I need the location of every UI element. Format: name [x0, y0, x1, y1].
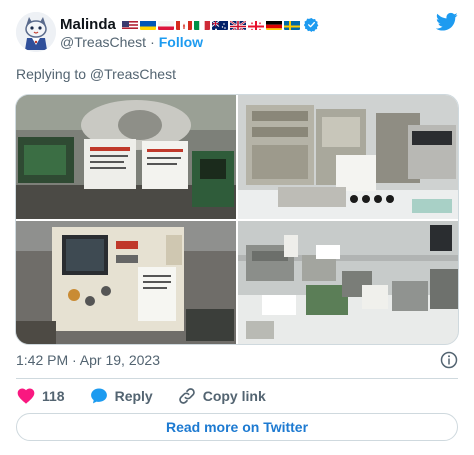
- reply-button[interactable]: Reply: [89, 386, 153, 406]
- verified-badge-icon: [303, 17, 319, 32]
- twitter-bird-icon[interactable]: [435, 12, 458, 32]
- copy-link-label: Copy link: [202, 388, 266, 404]
- name-row: Malinda: [60, 15, 319, 33]
- heart-icon: [17, 388, 35, 404]
- follow-button[interactable]: Follow: [159, 34, 203, 50]
- handle-row: @TreasChest · Follow: [60, 34, 203, 50]
- like-count: 118: [42, 388, 65, 404]
- reply-label: Reply: [114, 388, 153, 404]
- avatar-cat-icon[interactable]: [16, 12, 56, 52]
- like-button[interactable]: 118: [16, 386, 65, 406]
- photo-top-right[interactable]: [238, 95, 459, 219]
- reply-bubble-icon: [90, 388, 107, 404]
- photo-bottom-right[interactable]: [238, 221, 459, 345]
- info-icon[interactable]: [440, 351, 458, 369]
- ua-flag-icon: [139, 19, 156, 30]
- author-name[interactable]: Malinda: [60, 16, 116, 33]
- flag-list: [121, 19, 300, 30]
- gb-flag-icon: [229, 19, 246, 30]
- au-flag-icon: [211, 19, 228, 30]
- photo-bottom-left[interactable]: [16, 221, 236, 345]
- tweet-header: Malinda @TreasChest · Follow: [16, 12, 458, 52]
- de-flag-icon: [265, 19, 282, 30]
- ge-flag-icon: [247, 19, 264, 30]
- pl-flag-icon: [157, 19, 174, 30]
- link-icon: [178, 388, 195, 404]
- read-more-button[interactable]: Read more on Twitter: [16, 413, 458, 441]
- media-grid: [15, 94, 459, 345]
- it-flag-icon: [193, 19, 210, 30]
- replying-to-text: Replying to @TreasChest: [16, 66, 176, 82]
- separator-dot: ·: [150, 34, 155, 50]
- se-flag-icon: [283, 19, 300, 30]
- tweet-card: Malinda @TreasChest · Follow Replying to…: [0, 0, 474, 455]
- photo-top-left[interactable]: [16, 95, 236, 219]
- us-flag-icon: [121, 19, 138, 30]
- author-handle[interactable]: @TreasChest: [60, 34, 146, 50]
- action-bar: 118 Reply Copy link: [16, 386, 290, 406]
- copy-link-button[interactable]: Copy link: [177, 386, 266, 406]
- ca-flag-icon: [175, 19, 192, 30]
- divider: [16, 378, 458, 379]
- tweet-timestamp[interactable]: 1:42 PM · Apr 19, 2023: [16, 352, 160, 368]
